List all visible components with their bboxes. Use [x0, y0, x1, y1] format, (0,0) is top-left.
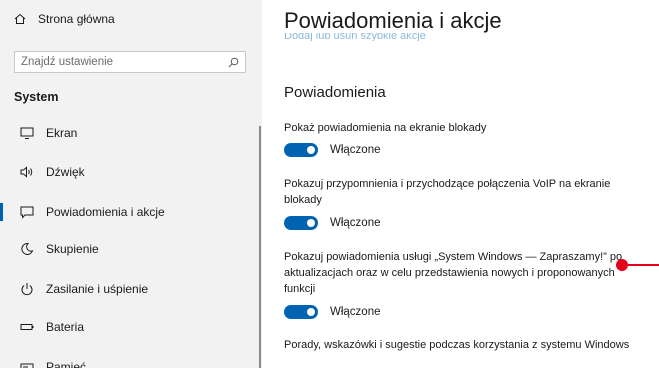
sidebar-section-title: System — [14, 90, 59, 104]
sidebar-item-label: Powiadomienia i akcje — [46, 205, 165, 219]
callout-line — [628, 264, 659, 266]
quick-actions-link[interactable]: Dodaj lub usuń szybkie akcje — [284, 33, 426, 41]
sidebar-item-power[interactable]: Zasilanie i uśpienie — [0, 276, 262, 302]
toggle-knob — [307, 308, 315, 316]
setting-voip-lockscreen-toggle[interactable]: Włączone — [284, 214, 381, 232]
sidebar-item-notifications[interactable]: Powiadomienia i akcje — [0, 199, 262, 225]
power-icon — [21, 283, 33, 296]
home-icon — [14, 13, 26, 24]
sidebar-item-label: Skupienie — [46, 242, 99, 256]
toggle-knob — [307, 219, 315, 227]
sidebar-item-battery[interactable]: Bateria — [0, 314, 262, 340]
sidebar-item-label: Ekran — [46, 126, 78, 140]
toggle-switch[interactable] — [284, 143, 318, 157]
battery-icon — [20, 324, 34, 330]
sidebar-item-label: Dźwięk — [46, 165, 85, 179]
settings-sidebar: Strona główna Znajdź ustawienie System E… — [0, 0, 262, 368]
toggle-state-label: Włączone — [330, 144, 381, 156]
setting-windows-welcome-toggle[interactable]: Włączone — [284, 303, 381, 321]
sidebar-item-label: Bateria — [46, 320, 85, 334]
callout-marker — [616, 259, 628, 271]
sidebar-item-label: Pamięć — [46, 360, 87, 368]
section-heading: Powiadomienia — [284, 84, 386, 101]
toggle-knob — [307, 146, 315, 154]
toggle-state-label: Włączone — [330, 217, 381, 229]
sidebar-item-sound[interactable]: Dźwięk — [0, 159, 262, 185]
search-icon — [228, 57, 239, 67]
toggle-switch[interactable] — [284, 216, 318, 230]
sidebar-item-label: Zasilanie i uśpienie — [46, 282, 149, 296]
main-panel: Powiadomienia i akcje Dodaj lub usuń szy… — [262, 0, 659, 368]
sidebar-scrollbar[interactable] — [259, 126, 261, 368]
toggle-switch[interactable] — [284, 305, 318, 319]
sidebar-item-display[interactable]: Ekran — [0, 120, 262, 146]
search-placeholder: Znajdź ustawienie — [21, 56, 114, 68]
moon-icon — [21, 242, 34, 255]
home-link[interactable]: Strona główna — [14, 8, 115, 30]
setting-windows-welcome-label: Pokazuj powiadomienia usługi „System Win… — [284, 251, 623, 295]
setting-lockscreen-notifications-label: Pokaż powiadomienia na ekranie blokady — [284, 122, 487, 134]
home-label: Strona główna — [38, 12, 115, 26]
storage-icon — [20, 363, 34, 368]
sidebar-item-storage[interactable]: Pamięć — [0, 354, 262, 368]
sidebar-item-focus[interactable]: Skupienie — [0, 236, 262, 262]
settings-search-input[interactable]: Znajdź ustawienie — [14, 51, 246, 73]
setting-tips-label: Porady, wskazówki i sugestie podczas kor… — [284, 339, 630, 351]
setting-lockscreen-notifications-toggle[interactable]: Włączone — [284, 141, 381, 159]
toggle-state-label: Włączone — [330, 306, 381, 318]
speaker-icon — [20, 166, 33, 178]
setting-voip-lockscreen-label: Pokazuj przypomnienia i przychodzące poł… — [284, 178, 611, 206]
monitor-icon — [20, 127, 34, 139]
page-title: Powiadomienia i akcje — [284, 8, 502, 33]
notifications-icon — [20, 206, 34, 219]
